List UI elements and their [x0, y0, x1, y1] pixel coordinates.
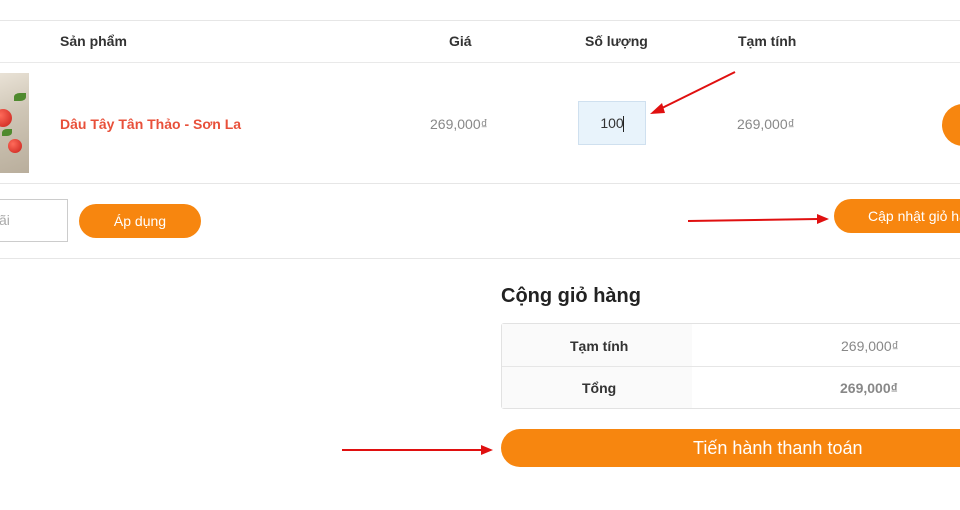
table-header-border [0, 62, 960, 63]
totals-subtotal-value: 269,000₫ [841, 338, 899, 354]
product-thumbnail[interactable] [0, 73, 29, 173]
strawberry-icon [8, 139, 22, 153]
header-price: Giá [449, 33, 472, 49]
arrow-to-update-button [687, 214, 829, 224]
coupon-input[interactable]: ãi [0, 199, 68, 242]
coupon-placeholder: ãi [0, 212, 10, 228]
header-product: Sản phẩm [60, 33, 127, 49]
product-price: 269,000₫ [430, 116, 488, 132]
product-name-link[interactable]: Dâu Tây Tân Thảo - Sơn La [60, 116, 241, 132]
table-top-border [0, 20, 960, 21]
leaf-icon [14, 93, 26, 101]
arrow-to-checkout-button [342, 445, 493, 455]
apply-coupon-button[interactable]: Áp dụng [79, 204, 201, 238]
strawberry-icon [0, 109, 12, 127]
arrow-to-quantity [650, 71, 736, 114]
checkout-button[interactable]: Tiến hành thanh toán [501, 429, 960, 467]
product-subtotal: 269,000₫ [737, 116, 795, 132]
update-cart-button[interactable]: Cập nhật giỏ hàng [834, 199, 960, 233]
header-subtotal: Tạm tính [738, 33, 797, 49]
totals-row-divider [502, 366, 960, 367]
row-border [0, 183, 960, 184]
quantity-input[interactable] [578, 101, 646, 145]
totals-subtotal-label: Tạm tính [570, 338, 629, 354]
text-caret [623, 116, 624, 132]
actions-border [0, 258, 960, 259]
cart-totals-title: Cộng giỏ hàng [501, 285, 641, 307]
header-quantity: Số lượng [585, 33, 648, 49]
remove-item-button[interactable] [942, 104, 960, 146]
leaf-icon [2, 129, 12, 136]
totals-total-label: Tổng [582, 380, 617, 396]
totals-total-value: 269,000₫ [840, 380, 898, 396]
